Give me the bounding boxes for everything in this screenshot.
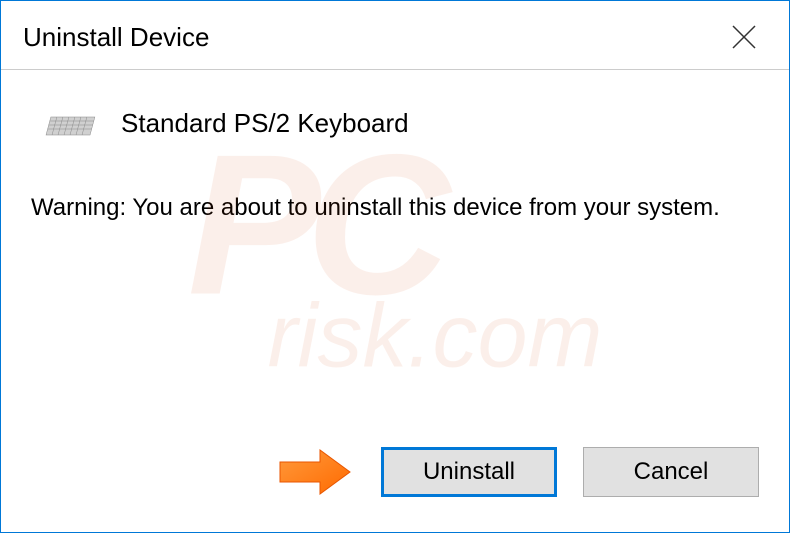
uninstall-device-dialog: Uninstall Device PC risk.com (0, 0, 790, 533)
keyboard-icon (41, 109, 101, 139)
watermark-risk: risk.com (268, 285, 603, 388)
arrow-indicator-icon (275, 442, 355, 502)
titlebar: Uninstall Device (1, 1, 789, 69)
dialog-title: Uninstall Device (23, 22, 209, 53)
uninstall-button[interactable]: Uninstall (381, 447, 557, 497)
device-row: Standard PS/2 Keyboard (41, 108, 759, 139)
warning-message: Warning: You are about to uninstall this… (31, 191, 759, 225)
dialog-content: Standard PS/2 Keyboard Warning: You are … (1, 70, 789, 245)
button-row: Uninstall Cancel (275, 442, 759, 502)
close-button[interactable] (719, 12, 769, 62)
close-icon (731, 24, 757, 50)
cancel-button[interactable]: Cancel (583, 447, 759, 497)
device-name: Standard PS/2 Keyboard (121, 108, 409, 139)
